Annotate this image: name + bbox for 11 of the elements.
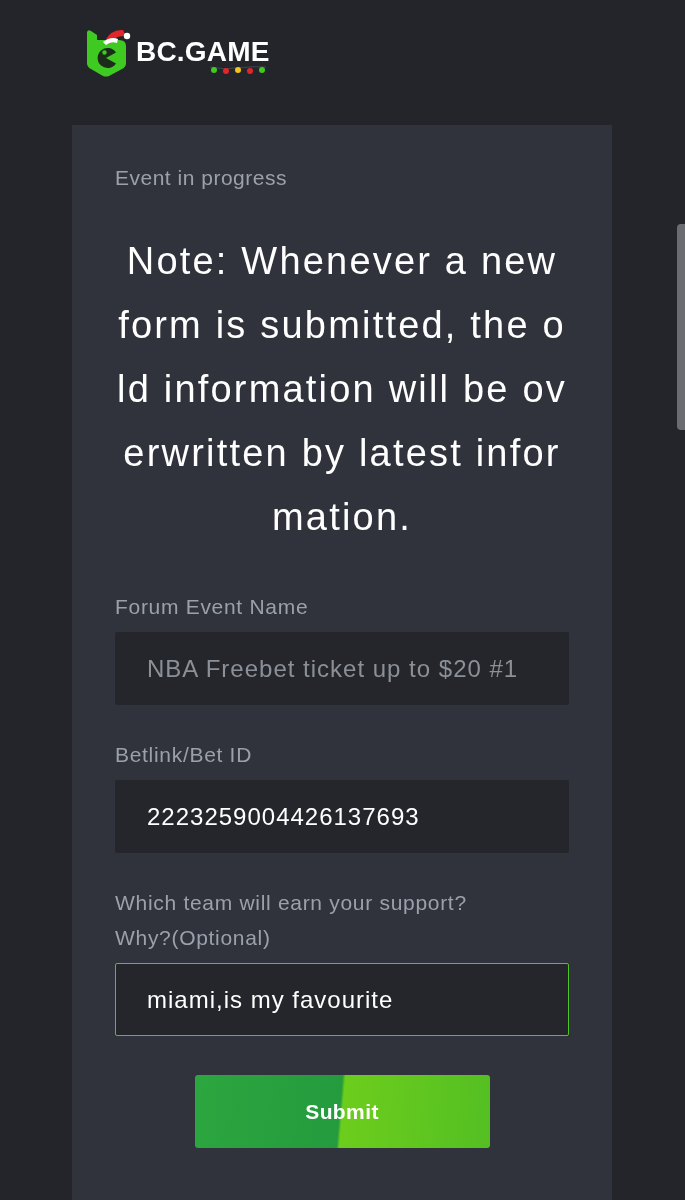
logo-text: BC.GAME bbox=[136, 37, 270, 67]
field-label: Which team will earn your support? Why?(Optional) bbox=[115, 890, 468, 951]
event-status: Event in progress bbox=[115, 165, 288, 191]
field-label: Betlink/Bet ID bbox=[115, 742, 253, 768]
input-field[interactable]: 2223259004426137693 bbox=[115, 780, 569, 853]
note-text: Note: Whenever a new form is submitted, the old information will be overwritten by latest information. bbox=[116, 239, 568, 540]
input-field[interactable]: miami,is my favourite bbox=[115, 963, 569, 1036]
string-lights-icon bbox=[209, 65, 266, 75]
scrollbar-thumb[interactable] bbox=[677, 224, 685, 430]
field-label: Forum Event Name bbox=[115, 594, 309, 620]
logo-icon bbox=[85, 27, 131, 77]
